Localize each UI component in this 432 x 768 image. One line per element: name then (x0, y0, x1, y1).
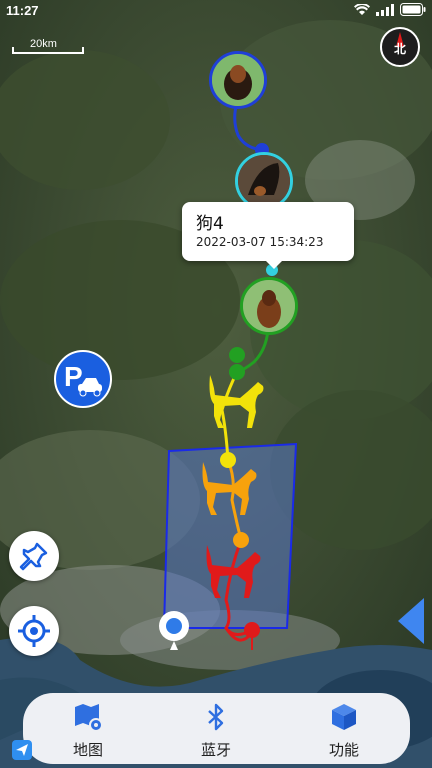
compass-north-label: 北 (393, 42, 406, 56)
scale-bar (12, 47, 84, 54)
bluetooth-icon (208, 703, 224, 731)
dog-photo-icon (243, 280, 295, 332)
status-bar: 11:27 (0, 0, 432, 22)
nav-item-bluetooth[interactable]: 蓝牙 (176, 701, 256, 760)
pin-button[interactable] (9, 531, 59, 581)
nav-map-label: 地图 (72, 741, 103, 759)
popup-timestamp: 2022-03-07 15:34:23 (196, 235, 324, 249)
nav-bluetooth-label: 蓝牙 (200, 741, 231, 759)
pushpin-icon (19, 542, 48, 571)
triangle-left-icon (398, 598, 424, 644)
compass-button[interactable]: 北 (380, 27, 420, 67)
wifi-icon (354, 3, 370, 15)
map-scale: 20km (12, 38, 84, 54)
dog-photo-icon (212, 54, 264, 106)
dog-info-popup[interactable]: 狗4 2022-03-07 15:34:23 (182, 202, 354, 269)
dog-avatar-1[interactable] (209, 51, 267, 109)
dog-photo-icon (238, 155, 290, 207)
send-arrow-icon (12, 740, 32, 760)
bottom-nav: 地图 蓝牙 功能 (23, 693, 410, 764)
battery-icon (400, 3, 426, 16)
parking-car-icon: P (64, 361, 102, 397)
navigation-arrow-icon[interactable] (12, 740, 32, 764)
status-time: 11:27 (6, 3, 39, 18)
popup-dog-name: 狗4 (196, 214, 224, 234)
box-icon (332, 704, 356, 730)
nav-functions-label: 功能 (328, 741, 359, 759)
expand-panel-button[interactable] (396, 596, 426, 650)
signal-icon (376, 3, 394, 16)
parking-button[interactable]: P (54, 350, 112, 408)
dog-avatar-3[interactable] (240, 277, 298, 335)
map-settings-icon (75, 704, 103, 732)
nav-item-map[interactable]: 地图 (48, 701, 128, 760)
popup-pointer (266, 261, 282, 269)
crosshair-icon (18, 615, 50, 647)
locate-me-button[interactable] (9, 606, 59, 656)
nav-item-functions[interactable]: 功能 (304, 701, 384, 760)
